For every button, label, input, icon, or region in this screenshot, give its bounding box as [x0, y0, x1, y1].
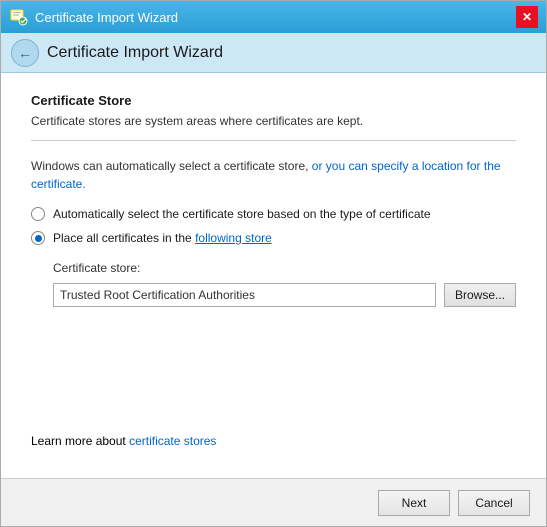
next-button[interactable]: Next: [378, 490, 450, 516]
title-bar: Certificate Import Wizard ✕: [1, 1, 546, 33]
radio-auto-label: Automatically select the certificate sto…: [53, 207, 431, 221]
wizard-window: Certificate Import Wizard ✕ ← Certificat…: [0, 0, 547, 527]
cancel-button[interactable]: Cancel: [458, 490, 530, 516]
radio-auto-item[interactable]: Automatically select the certificate sto…: [31, 207, 516, 221]
radio-auto-input[interactable]: [31, 207, 45, 221]
info-text-part1: Windows can automatically select a certi…: [31, 159, 501, 191]
following-store-link: following store: [195, 231, 272, 245]
learn-more-link[interactable]: certificate stores: [129, 434, 216, 448]
learn-more: Learn more about certificate stores: [31, 434, 516, 448]
radio-group: Automatically select the certificate sto…: [31, 207, 516, 245]
radio-manual-label: Place all certificates in the following …: [53, 231, 272, 245]
radio-manual-item[interactable]: Place all certificates in the following …: [31, 231, 516, 245]
nav-bar: ← Certificate Import Wizard: [1, 33, 546, 73]
certificate-icon: [9, 7, 29, 27]
radio-manual-input[interactable]: [31, 231, 45, 245]
cert-store-input[interactable]: [53, 283, 436, 307]
spacer: [31, 307, 516, 434]
close-button[interactable]: ✕: [516, 6, 538, 28]
divider: [31, 140, 516, 141]
cert-store-label: Certificate store:: [53, 261, 516, 275]
title-bar-left: Certificate Import Wizard: [9, 7, 178, 27]
back-button[interactable]: ←: [11, 39, 39, 67]
browse-button[interactable]: Browse...: [444, 283, 516, 307]
footer: Next Cancel: [1, 478, 546, 526]
section-title: Certificate Store: [31, 93, 516, 108]
info-text: Windows can automatically select a certi…: [31, 157, 516, 193]
learn-more-prefix: Learn more about: [31, 434, 129, 448]
back-icon: ←: [18, 45, 32, 61]
content-area: Certificate Store Certificate stores are…: [1, 73, 546, 478]
info-link: or you can specify a location for the ce…: [31, 159, 501, 191]
window-title: Certificate Import Wizard: [35, 10, 178, 25]
nav-title: Certificate Import Wizard: [47, 44, 223, 62]
cert-store-row: Browse...: [53, 283, 516, 307]
section-description: Certificate stores are system areas wher…: [31, 114, 516, 128]
